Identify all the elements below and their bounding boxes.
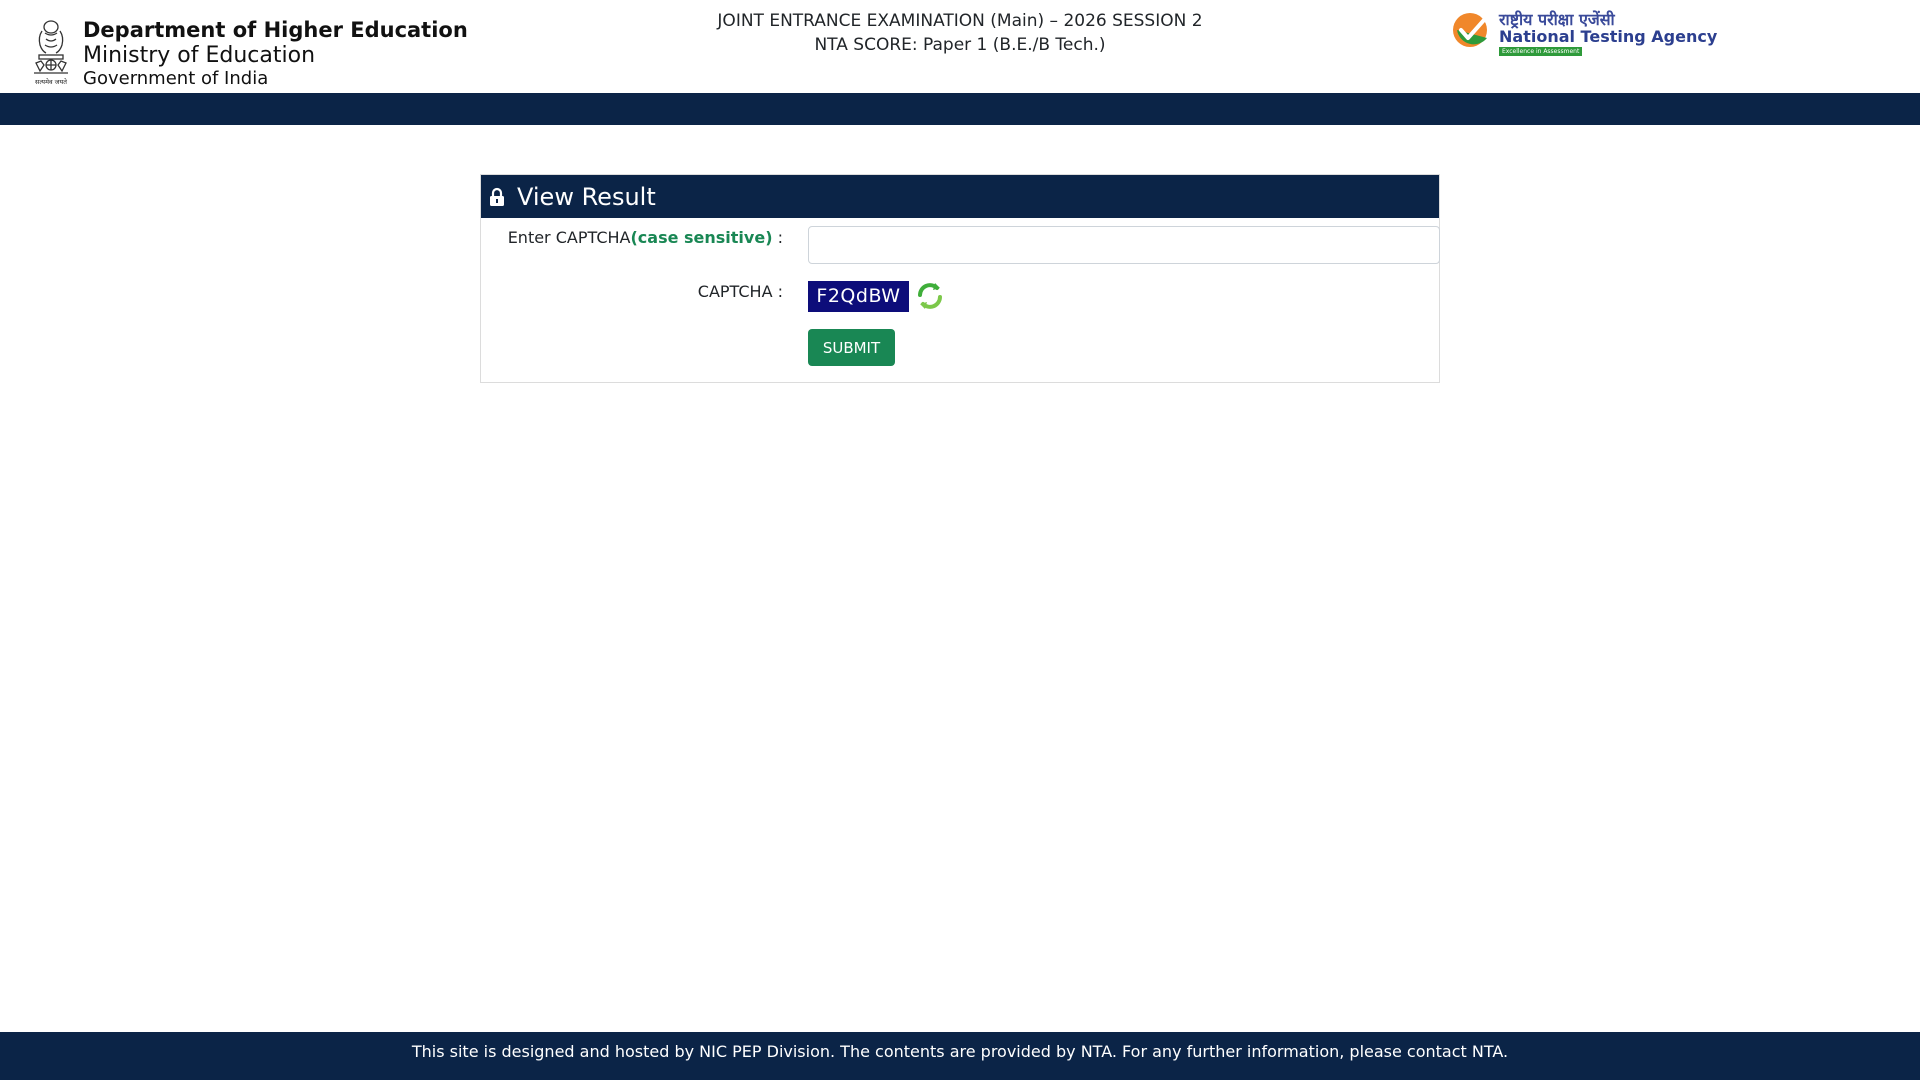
exam-title: JOINT ENTRANCE EXAMINATION (Main) – 2026… — [717, 11, 1203, 31]
ministry-branding: Department of Higher Education Ministry … — [83, 18, 468, 88]
department-name: Department of Higher Education — [83, 18, 468, 42]
label-colon: : — [772, 228, 783, 247]
nta-checkmark-logo-icon — [1453, 13, 1487, 47]
submit-button[interactable]: SUBMIT — [808, 329, 895, 366]
card-header: View Result — [481, 175, 1439, 218]
ministry-name: Ministry of Education — [83, 43, 316, 68]
site-header: सत्यमेव जयते Department of Higher Educat… — [0, 0, 1920, 93]
nta-logo: राष्ट्रीय परीक्षा एजेंसी National Testin… — [1452, 8, 1717, 58]
lock-icon — [490, 187, 504, 206]
state-emblem-icon: सत्यमेव जयते — [34, 20, 68, 86]
captcha-image: F2QdBW — [808, 281, 909, 312]
captcha-label: CAPTCHA : — [697, 282, 783, 301]
captcha-input[interactable] — [808, 226, 1440, 264]
site-footer: This site is designed and hosted by NIC … — [0, 1032, 1920, 1080]
navbar — [0, 93, 1920, 125]
case-sensitive-note: (case sensitive) — [630, 228, 773, 247]
refresh-icon[interactable] — [914, 280, 946, 312]
captcha-input-label-text: Enter CAPTCHA — [507, 228, 631, 247]
government-name: Government of India — [83, 68, 269, 89]
emblem-motto: सत्यमेव जयते — [35, 78, 67, 86]
view-result-card: View Result Enter CAPTCHA(case sensitive… — [480, 174, 1440, 383]
footer-text: This site is designed and hosted by NIC … — [411, 1042, 1509, 1061]
exam-heading: JOINT ENTRANCE EXAMINATION (Main) – 2026… — [560, 9, 1360, 57]
nta-english-name: National Testing Agency — [1499, 27, 1718, 46]
exam-subtitle: NTA SCORE: Paper 1 (B.E./B Tech.) — [814, 35, 1106, 55]
card-title: View Result — [517, 183, 656, 211]
nta-tagline: Excellence in Assessment — [1499, 47, 1583, 56]
captcha-input-label: Enter CAPTCHA(case sensitive) : — [508, 228, 783, 247]
